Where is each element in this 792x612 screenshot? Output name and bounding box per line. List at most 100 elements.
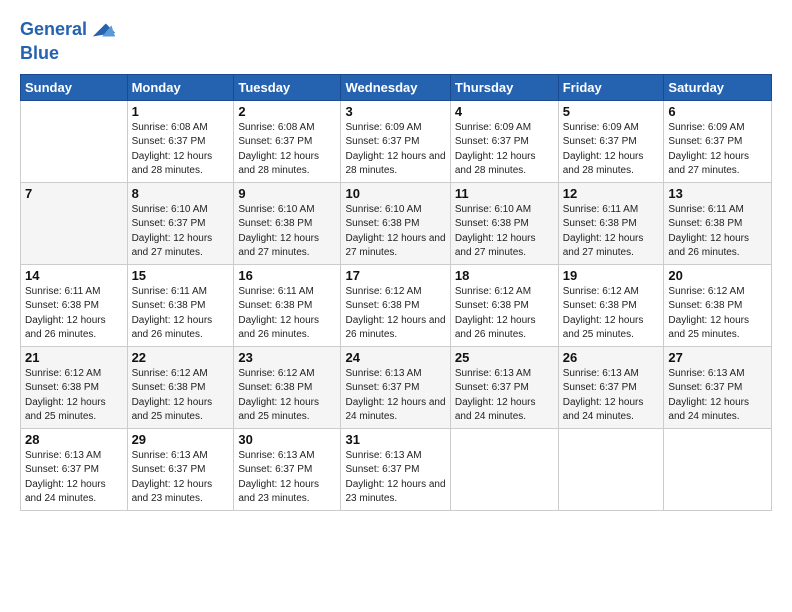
calendar-cell: 20Sunrise: 6:12 AMSunset: 6:38 PMDayligh…: [664, 264, 772, 346]
day-info: Sunrise: 6:13 AMSunset: 6:37 PMDaylight:…: [345, 367, 445, 425]
day-info: Sunrise: 6:09 AMSunset: 6:37 PMDaylight:…: [668, 121, 767, 179]
day-info: Sunrise: 6:12 AMSunset: 6:38 PMDaylight:…: [238, 367, 336, 425]
calendar-header-sunday: Sunday: [21, 74, 128, 100]
day-number: 8: [132, 186, 230, 201]
calendar-cell: 19 Sunrise: 6:12 AMSunset: 6:38 PMDayligh…: [558, 264, 664, 346]
calendar: SundayMondayTuesdayWednesdayThursdayFrid…: [20, 74, 772, 511]
calendar-week-row: 28 Sunrise: 6:13 AMSunset: 6:37 PMDayligh…: [21, 428, 772, 510]
calendar-cell: 25 Sunrise: 6:13 AMSunset: 6:37 PMDayligh…: [450, 346, 558, 428]
day-number: 5: [563, 104, 660, 119]
day-number: 7: [25, 186, 123, 201]
calendar-cell: 21Sunrise: 6:12 AMSunset: 6:38 PMDayligh…: [21, 346, 128, 428]
calendar-week-row: 78 Sunrise: 6:10 AMSunset: 6:37 PMDayligh…: [21, 182, 772, 264]
calendar-week-row: 1Sunrise: 6:08 AMSunset: 6:37 PMDaylight…: [21, 100, 772, 182]
calendar-cell: 3Sunrise: 6:09 AMSunset: 6:37 PMDaylight…: [341, 100, 450, 182]
day-info: Sunrise: 6:13 AMSunset: 6:37 PMDaylight:…: [25, 449, 123, 507]
day-number: 4: [455, 104, 554, 119]
day-number: 23: [238, 350, 336, 365]
day-number: 24: [345, 350, 445, 365]
calendar-cell: [558, 428, 664, 510]
page: General Blue SundayMondayTuesdayWednesda…: [0, 0, 792, 612]
calendar-cell: 26 Sunrise: 6:13 AMSunset: 6:37 PMDayligh…: [558, 346, 664, 428]
day-info: Sunrise: 6:10 AMSunset: 6:38 PMDaylight:…: [345, 203, 445, 261]
calendar-cell: 17 Sunrise: 6:12 AMSunset: 6:38 PMDayligh…: [341, 264, 450, 346]
day-number: 22: [132, 350, 230, 365]
calendar-cell: 31 Sunrise: 6:13 AMSunset: 6:37 PMDayligh…: [341, 428, 450, 510]
day-info: Sunrise: 6:12 AMSunset: 6:38 PMDaylight:…: [345, 285, 445, 343]
day-info: Sunrise: 6:10 AMSunset: 6:37 PMDaylight:…: [132, 203, 230, 261]
logo: General Blue: [20, 16, 117, 64]
day-number: 15: [132, 268, 230, 283]
day-number: 27: [668, 350, 767, 365]
day-info: Sunrise: 6:09 AMSunset: 6:37 PMDaylight:…: [563, 121, 660, 179]
calendar-cell: 10 Sunrise: 6:10 AMSunset: 6:38 PMDayligh…: [341, 182, 450, 264]
day-info: Sunrise: 6:11 AMSunset: 6:38 PMDaylight:…: [238, 285, 336, 343]
calendar-week-row: 14 Sunrise: 6:11 AMSunset: 6:38 PMDayligh…: [21, 264, 772, 346]
calendar-cell: 23 Sunrise: 6:12 AMSunset: 6:38 PMDayligh…: [234, 346, 341, 428]
calendar-header-saturday: Saturday: [664, 74, 772, 100]
calendar-header-row: SundayMondayTuesdayWednesdayThursdayFrid…: [21, 74, 772, 100]
day-info: Sunrise: 6:12 AMSunset: 6:38 PMDaylight:…: [668, 285, 767, 343]
day-info: Sunrise: 6:11 AMSunset: 6:38 PMDaylight:…: [563, 203, 660, 261]
calendar-cell: 22 Sunrise: 6:12 AMSunset: 6:38 PMDayligh…: [127, 346, 234, 428]
day-number: 26: [563, 350, 660, 365]
day-number: 17: [345, 268, 445, 283]
logo-icon: [89, 16, 117, 44]
calendar-cell: [664, 428, 772, 510]
calendar-cell: 14 Sunrise: 6:11 AMSunset: 6:38 PMDayligh…: [21, 264, 128, 346]
calendar-header-thursday: Thursday: [450, 74, 558, 100]
calendar-header-tuesday: Tuesday: [234, 74, 341, 100]
calendar-cell: 4 Sunrise: 6:09 AMSunset: 6:37 PMDaylight…: [450, 100, 558, 182]
calendar-cell: 7: [21, 182, 128, 264]
calendar-cell: 27 Sunrise: 6:13 AMSunset: 6:37 PMDayligh…: [664, 346, 772, 428]
calendar-cell: [21, 100, 128, 182]
day-info: Sunrise: 6:13 AMSunset: 6:37 PMDaylight:…: [668, 367, 767, 425]
day-info: Sunrise: 6:13 AMSunset: 6:37 PMDaylight:…: [455, 367, 554, 425]
calendar-cell: 2 Sunrise: 6:08 AMSunset: 6:37 PMDaylight…: [234, 100, 341, 182]
logo-text: General: [20, 20, 87, 40]
day-number: 19: [563, 268, 660, 283]
calendar-cell: 11Sunrise: 6:10 AMSunset: 6:38 PMDayligh…: [450, 182, 558, 264]
calendar-cell: 8 Sunrise: 6:10 AMSunset: 6:37 PMDaylight…: [127, 182, 234, 264]
day-number: 6: [668, 104, 767, 119]
calendar-cell: 16 Sunrise: 6:11 AMSunset: 6:38 PMDayligh…: [234, 264, 341, 346]
day-info: Sunrise: 6:08 AMSunset: 6:37 PMDaylight:…: [238, 121, 336, 179]
day-info: Sunrise: 6:11 AMSunset: 6:38 PMDaylight:…: [132, 285, 230, 343]
logo-text-blue: Blue: [20, 44, 117, 64]
calendar-cell: 28 Sunrise: 6:13 AMSunset: 6:37 PMDayligh…: [21, 428, 128, 510]
day-number: 14: [25, 268, 123, 283]
day-info: Sunrise: 6:13 AMSunset: 6:37 PMDaylight:…: [563, 367, 660, 425]
calendar-cell: 24 Sunrise: 6:13 AMSunset: 6:37 PMDayligh…: [341, 346, 450, 428]
header: General Blue: [20, 16, 772, 64]
day-number: 10: [345, 186, 445, 201]
calendar-week-row: 21Sunrise: 6:12 AMSunset: 6:38 PMDayligh…: [21, 346, 772, 428]
day-number: 3: [345, 104, 445, 119]
day-number: 28: [25, 432, 123, 447]
day-info: Sunrise: 6:12 AMSunset: 6:38 PMDaylight:…: [563, 285, 660, 343]
day-info: Sunrise: 6:08 AMSunset: 6:37 PMDaylight:…: [132, 121, 230, 179]
day-info: Sunrise: 6:11 AMSunset: 6:38 PMDaylight:…: [668, 203, 767, 261]
day-number: 31: [345, 432, 445, 447]
day-info: Sunrise: 6:13 AMSunset: 6:37 PMDaylight:…: [345, 449, 445, 507]
day-number: 9: [238, 186, 336, 201]
day-number: 30: [238, 432, 336, 447]
day-number: 13: [668, 186, 767, 201]
day-number: 2: [238, 104, 336, 119]
day-info: Sunrise: 6:10 AMSunset: 6:38 PMDaylight:…: [238, 203, 336, 261]
day-info: Sunrise: 6:11 AMSunset: 6:38 PMDaylight:…: [25, 285, 123, 343]
day-number: 16: [238, 268, 336, 283]
day-info: Sunrise: 6:09 AMSunset: 6:37 PMDaylight:…: [455, 121, 554, 179]
calendar-cell: 15 Sunrise: 6:11 AMSunset: 6:38 PMDayligh…: [127, 264, 234, 346]
calendar-cell: 5 Sunrise: 6:09 AMSunset: 6:37 PMDaylight…: [558, 100, 664, 182]
calendar-cell: 1Sunrise: 6:08 AMSunset: 6:37 PMDaylight…: [127, 100, 234, 182]
calendar-cell: 9 Sunrise: 6:10 AMSunset: 6:38 PMDaylight…: [234, 182, 341, 264]
day-info: Sunrise: 6:13 AMSunset: 6:37 PMDaylight:…: [132, 449, 230, 507]
day-number: 12: [563, 186, 660, 201]
day-info: Sunrise: 6:10 AMSunset: 6:38 PMDaylight:…: [455, 203, 554, 261]
calendar-cell: [450, 428, 558, 510]
day-number: 25: [455, 350, 554, 365]
day-number: 29: [132, 432, 230, 447]
day-info: Sunrise: 6:12 AMSunset: 6:38 PMDaylight:…: [132, 367, 230, 425]
calendar-header-monday: Monday: [127, 74, 234, 100]
calendar-cell: 18Sunrise: 6:12 AMSunset: 6:38 PMDayligh…: [450, 264, 558, 346]
